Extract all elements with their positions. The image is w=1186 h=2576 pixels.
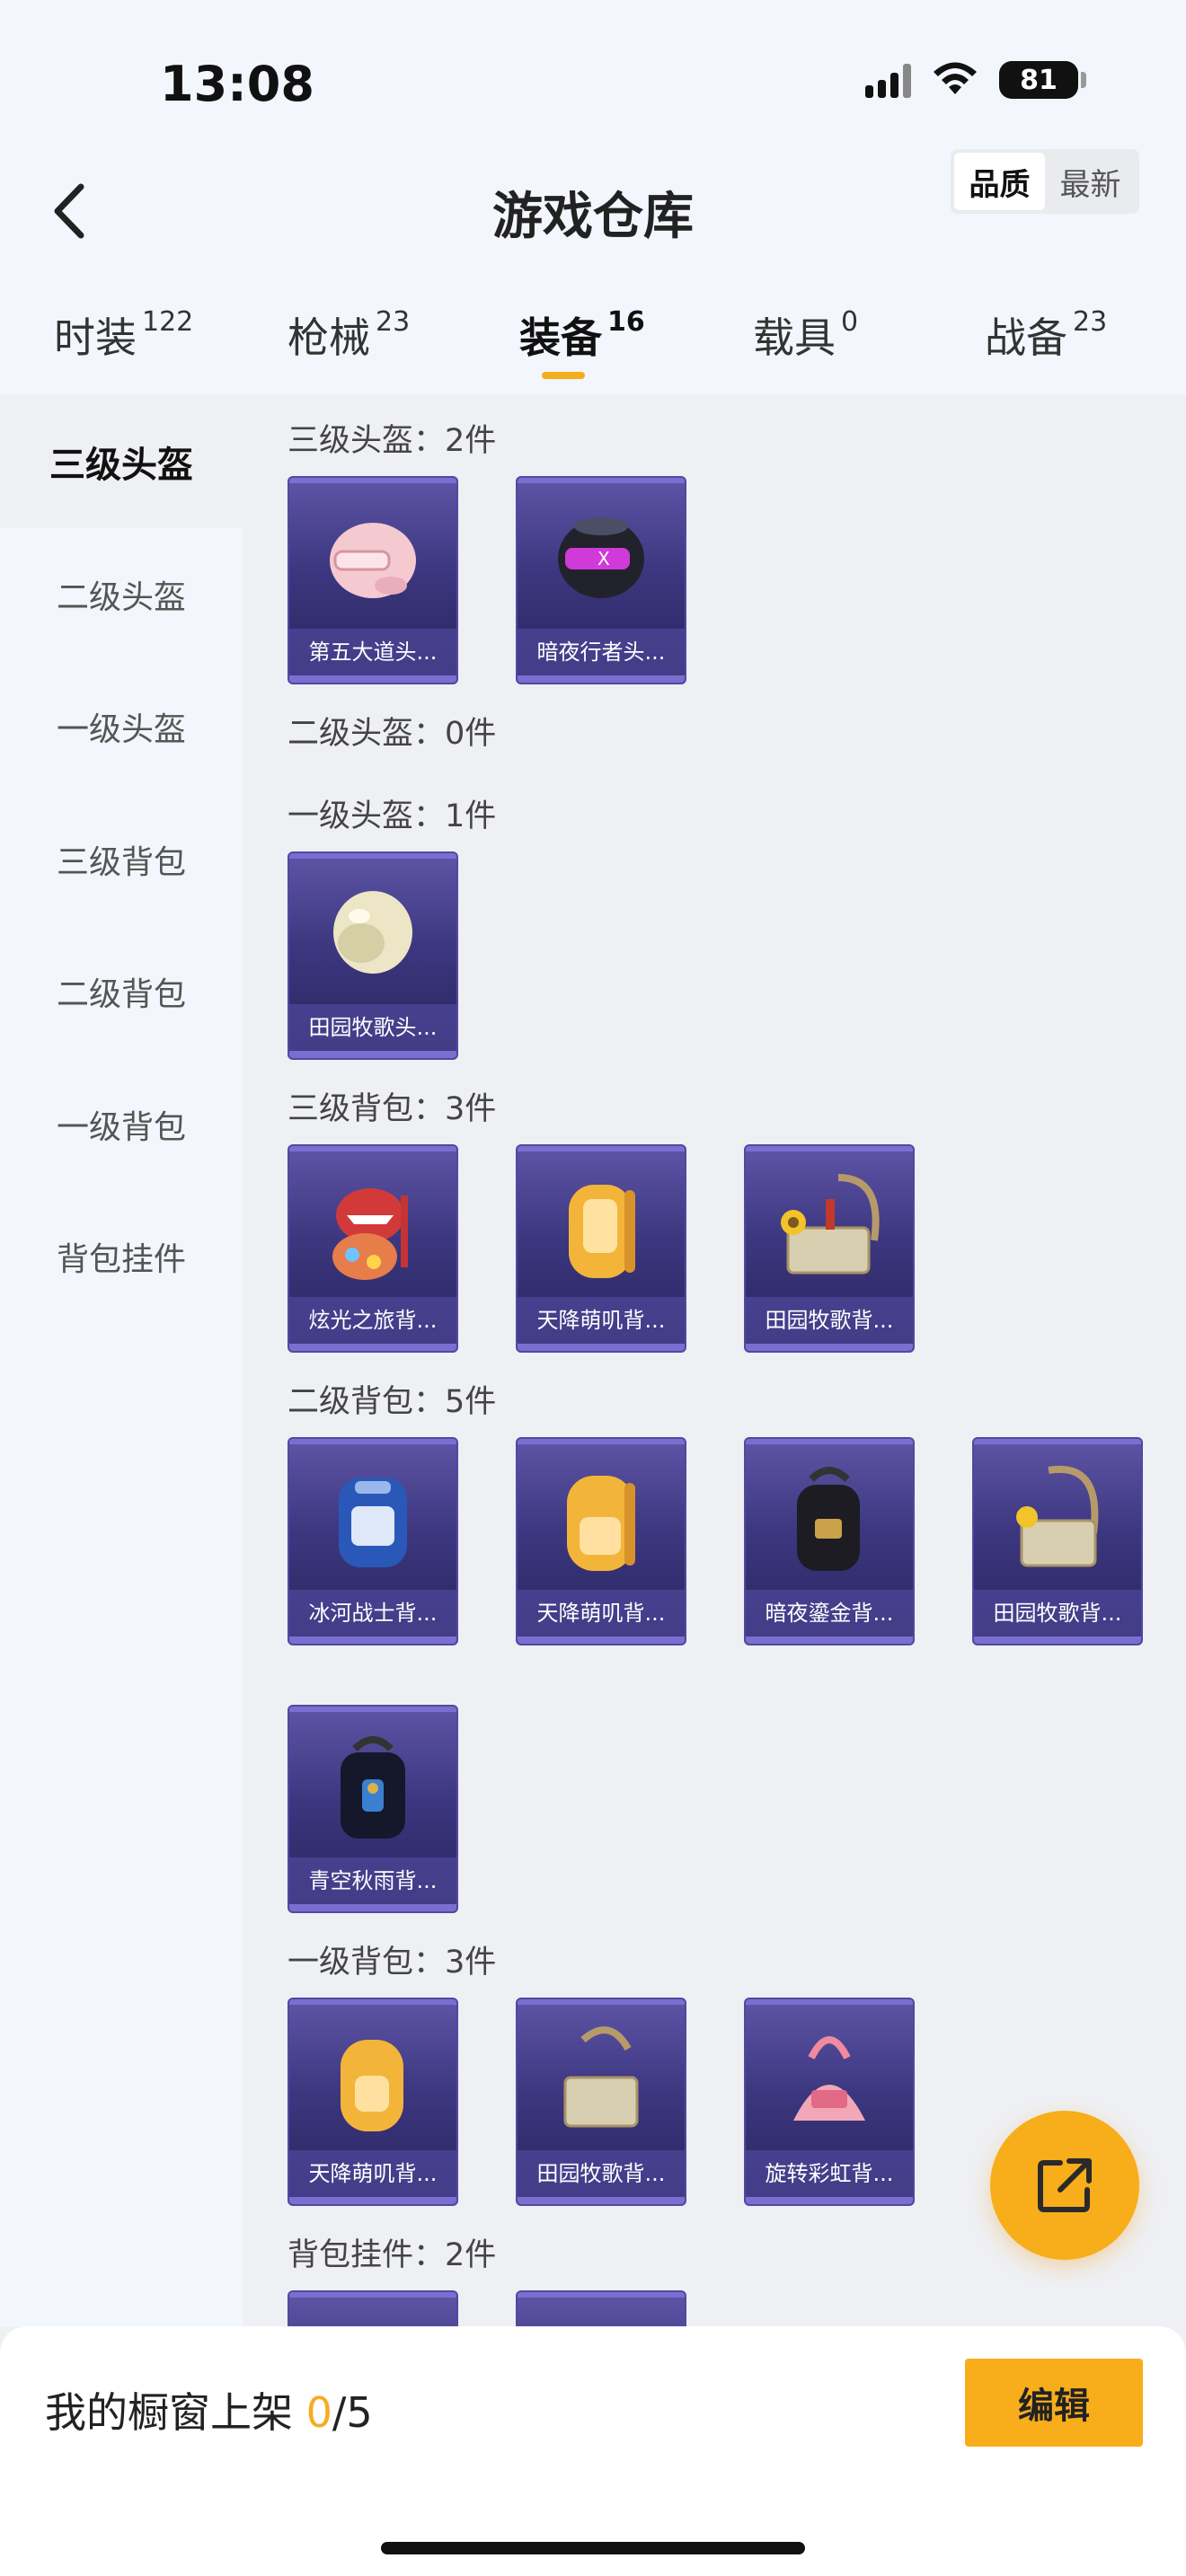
section-title: 二级背包：5件 (288, 1384, 497, 1420)
item-name: 暗夜鎏金背... (746, 1590, 913, 1636)
item-card[interactable]: 冰河战士背... (288, 1437, 458, 1645)
bottom-bar: 我的橱窗上架 0/5 编辑 (0, 2326, 1186, 2576)
item-name: 天降萌叽背... (518, 1297, 685, 1344)
sidebar-item-level1-helmet[interactable]: 一级头盔 (0, 660, 243, 793)
home-indicator (381, 2542, 805, 2554)
backpack-icon (289, 1712, 456, 1863)
item-card[interactable]: 旋转彩虹背... (744, 1998, 915, 2206)
battery-indicator: 81 (999, 61, 1086, 99)
helmet-icon (289, 483, 456, 634)
showcase-count: 我的橱窗上架 0/5 (45, 2380, 373, 2439)
item-name: 田园牧歌头... (289, 1004, 456, 1051)
sort-toggle: 品质 最新 (951, 149, 1139, 214)
item-name: 炫光之旅背... (289, 1297, 456, 1344)
item-name: 田园牧歌背... (518, 2150, 685, 2197)
status-icons: 81 (865, 61, 1086, 99)
tab-guns[interactable]: 枪械 23 (288, 305, 410, 365)
section-title: 一级背包：3件 (288, 1945, 497, 1981)
item-card[interactable]: 青空秋雨背... (288, 1705, 458, 1913)
sidebar-item-level2-backpack[interactable]: 二级背包 (0, 925, 243, 1058)
tab-count: 23 (1073, 305, 1108, 338)
backpack-icon (746, 2005, 913, 2156)
item-card[interactable]: 天降萌叽背... (516, 1144, 686, 1353)
section-title: 三级头盔：2件 (288, 423, 497, 459)
basket-icon (746, 1151, 913, 1302)
tab-label: 载具 (753, 313, 836, 362)
item-grid: 三级头盔：2件 第五大道头... X 暗夜行者头... 二级头盔：0件 一级头盔… (243, 395, 1186, 2326)
helmet-icon: X (518, 483, 685, 634)
tab-vehicles[interactable]: 载具 0 (753, 305, 858, 365)
backpack-icon (518, 1151, 685, 1302)
item-card[interactable]: 天降萌叽背... (288, 1998, 458, 2206)
basket-icon (974, 1444, 1141, 1595)
item-card[interactable]: 暗夜鎏金背... (744, 1437, 915, 1645)
item-card[interactable] (516, 2290, 686, 2326)
sort-newest-button[interactable]: 最新 (1045, 153, 1136, 210)
item-name: 田园牧歌背... (974, 1590, 1141, 1636)
status-time: 13:08 (160, 56, 314, 112)
tab-equipment[interactable]: 装备 16 (519, 305, 645, 365)
wifi-icon (934, 62, 977, 94)
sidebar-item-backpack-charm[interactable]: 背包挂件 (0, 1190, 243, 1323)
backpack-icon (518, 1444, 685, 1595)
item-name: 天降萌叽背... (289, 2150, 456, 2197)
active-tab-indicator (542, 372, 585, 379)
showcase-current: 0 (305, 2388, 332, 2437)
share-button[interactable] (990, 2111, 1139, 2260)
sidebar-item-level2-helmet[interactable]: 二级头盔 (0, 528, 243, 661)
share-icon (1038, 2158, 1092, 2212)
tab-label: 枪械 (288, 313, 370, 362)
category-sidebar: 三级头盔 二级头盔 一级头盔 三级背包 二级背包 一级背包 背包挂件 (0, 395, 243, 2326)
item-name: 旋转彩虹背... (746, 2150, 913, 2197)
item-name: 第五大道头... (289, 629, 456, 675)
tab-label: 装备 (519, 313, 602, 362)
svg-text:X: X (597, 548, 610, 569)
sort-quality-button[interactable]: 品质 (954, 153, 1045, 210)
item-card[interactable]: 田园牧歌头... (288, 851, 458, 1060)
item-card[interactable]: 田园牧歌背... (744, 1144, 915, 1353)
sidebar-item-level3-backpack[interactable]: 三级背包 (0, 793, 243, 926)
tab-count: 16 (607, 305, 645, 338)
top-area: 13:08 81 游戏仓库 品质 最新 时装 122 枪械 23 装备 16 载具 0 … (0, 0, 1186, 395)
section-title: 三级背包：3件 (288, 1091, 497, 1127)
edit-button[interactable]: 编辑 (965, 2359, 1143, 2447)
showcase-total: /5 (332, 2388, 373, 2437)
backpack-icon (289, 1444, 456, 1595)
sidebar-item-level1-backpack[interactable]: 一级背包 (0, 1058, 243, 1191)
backpack-icon (289, 1151, 456, 1302)
backpack-icon (746, 1444, 913, 1595)
tab-count: 0 (841, 305, 859, 338)
section-title: 背包挂件：2件 (288, 2237, 497, 2273)
tab-count: 23 (376, 305, 411, 338)
item-card[interactable]: 田园牧歌背... (972, 1437, 1143, 1645)
section-title: 二级头盔：0件 (288, 716, 497, 752)
section-title: 一级头盔：1件 (288, 798, 497, 834)
item-name: 天降萌叽背... (518, 1590, 685, 1636)
tab-label: 时装 (54, 313, 137, 362)
item-name: 田园牧歌背... (746, 1297, 913, 1344)
item-card[interactable]: 天降萌叽背... (516, 1437, 686, 1645)
tab-count: 122 (142, 305, 194, 338)
backpack-icon (289, 2005, 456, 2156)
signal-icon (865, 62, 911, 98)
showcase-label: 我的橱窗上架 (45, 2388, 293, 2437)
tab-fashion[interactable]: 时装 122 (54, 305, 193, 365)
basket-icon (518, 2005, 685, 2156)
item-card[interactable]: 第五大道头... (288, 476, 458, 684)
item-card[interactable] (288, 2290, 458, 2326)
item-card[interactable]: 田园牧歌背... (516, 1998, 686, 2206)
sidebar-item-level3-helmet[interactable]: 三级头盔 (0, 395, 243, 528)
item-name: 暗夜行者头... (518, 629, 685, 675)
category-tabs: 时装 122 枪械 23 装备 16 载具 0 战备 23 (0, 296, 1186, 395)
tab-supplies[interactable]: 战备 23 (985, 305, 1107, 365)
item-name: 青空秋雨背... (289, 1857, 456, 1904)
helmet-icon (289, 859, 456, 1010)
item-card[interactable]: X 暗夜行者头... (516, 476, 686, 684)
tab-label: 战备 (985, 313, 1067, 362)
item-name: 冰河战士背... (289, 1590, 456, 1636)
item-card[interactable]: 炫光之旅背... (288, 1144, 458, 1353)
